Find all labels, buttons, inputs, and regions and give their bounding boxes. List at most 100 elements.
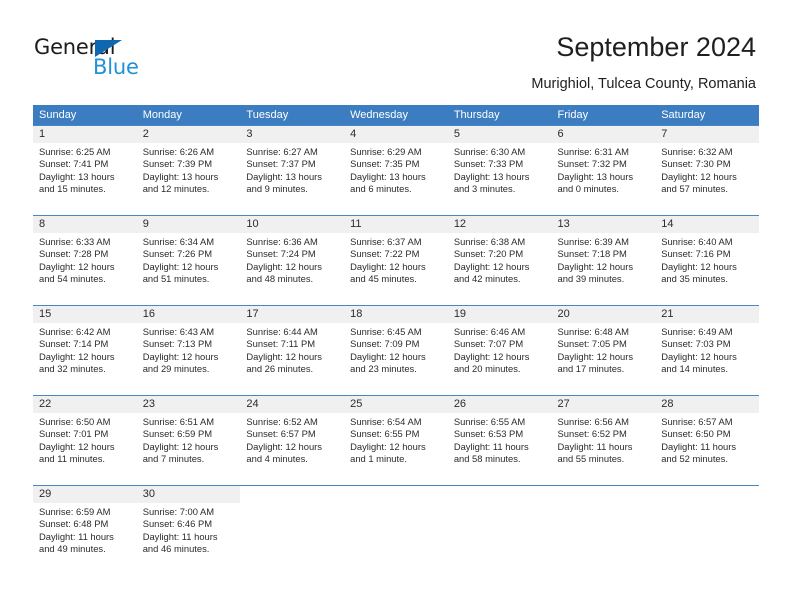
day-info: Sunrise: 6:39 AM Sunset: 7:18 PM Dayligh… xyxy=(552,233,656,286)
weekday-header-saturday: Saturday xyxy=(661,109,706,121)
day-cell[interactable]: 29 Sunrise: 6:59 AM Sunset: 6:48 PM Dayl… xyxy=(33,486,137,575)
day-number xyxy=(447,486,552,503)
calendar-week-row: 15 Sunrise: 6:42 AM Sunset: 7:14 PM Dayl… xyxy=(33,305,759,395)
day-cell[interactable]: 28 Sunrise: 6:57 AM Sunset: 6:50 PM Dayl… xyxy=(655,396,759,485)
day-cell[interactable]: 4 Sunrise: 6:29 AM Sunset: 7:35 PM Dayli… xyxy=(344,126,448,215)
daylight-text-line1: Daylight: 13 hours xyxy=(453,170,530,182)
weekday-header-friday: Friday xyxy=(557,109,589,121)
day-cell[interactable]: 11 Sunrise: 6:37 AM Sunset: 7:22 PM Dayl… xyxy=(344,216,448,305)
daylight-text-line2: and 0 minutes. xyxy=(557,183,620,195)
day-cell[interactable]: 23 Sunrise: 6:51 AM Sunset: 6:59 PM Dayl… xyxy=(136,396,241,485)
daylight-text-line2: and 9 minutes. xyxy=(246,183,308,195)
daylight-text-line2: and 3 minutes. xyxy=(453,183,516,195)
general-blue-logo[interactable]: General Blue xyxy=(34,36,214,84)
day-cell-empty xyxy=(447,486,552,575)
sunset-text: Sunset: 6:57 PM xyxy=(246,428,316,440)
day-cell[interactable]: 30 Sunrise: 7:00 AM Sunset: 6:46 PM Dayl… xyxy=(136,486,241,575)
page-header: General Blue September 2024 Murighiol, T… xyxy=(0,0,792,100)
day-info: Sunrise: 6:36 AM Sunset: 7:24 PM Dayligh… xyxy=(240,233,344,286)
sunrise-text: Sunrise: 6:34 AM xyxy=(142,236,215,247)
sunset-text: Sunset: 6:53 PM xyxy=(453,428,524,440)
day-cell[interactable]: 2 Sunrise: 6:26 AM Sunset: 7:39 PM Dayli… xyxy=(136,126,241,215)
sunset-text: Sunset: 7:30 PM xyxy=(661,158,731,170)
daylight-text-line1: Daylight: 12 hours xyxy=(39,260,115,272)
day-number: 18 xyxy=(344,306,448,323)
day-number: 26 xyxy=(447,396,552,413)
daylight-text-line2: and 54 minutes. xyxy=(39,273,106,285)
day-cell[interactable]: 8 Sunrise: 6:33 AM Sunset: 7:28 PM Dayli… xyxy=(33,216,137,305)
day-number: 20 xyxy=(551,306,656,323)
day-cell[interactable]: 22 Sunrise: 6:50 AM Sunset: 7:01 PM Dayl… xyxy=(33,396,137,485)
day-cell[interactable]: 19 Sunrise: 6:46 AM Sunset: 7:07 PM Dayl… xyxy=(447,306,552,395)
day-cell[interactable]: 3 Sunrise: 6:27 AM Sunset: 7:37 PM Dayli… xyxy=(240,126,345,215)
daylight-text-line1: Daylight: 12 hours xyxy=(661,170,737,182)
day-cell[interactable]: 10 Sunrise: 6:36 AM Sunset: 7:24 PM Dayl… xyxy=(240,216,345,305)
day-info: Sunrise: 6:48 AM Sunset: 7:05 PM Dayligh… xyxy=(552,323,656,376)
day-number: 13 xyxy=(551,216,656,233)
day-cell[interactable]: 18 Sunrise: 6:45 AM Sunset: 7:09 PM Dayl… xyxy=(344,306,448,395)
daylight-text-line1: Daylight: 13 hours xyxy=(557,170,634,182)
sunset-text: Sunset: 7:11 PM xyxy=(246,338,316,350)
day-cell[interactable]: 24 Sunrise: 6:52 AM Sunset: 6:57 PM Dayl… xyxy=(240,396,345,485)
day-cell[interactable]: 27 Sunrise: 6:56 AM Sunset: 6:52 PM Dayl… xyxy=(551,396,656,485)
sunrise-text: Sunrise: 6:56 AM xyxy=(557,416,629,427)
daylight-text-line1: Daylight: 13 hours xyxy=(350,170,426,182)
day-number: 10 xyxy=(240,216,345,233)
daylight-text-line1: Daylight: 12 hours xyxy=(557,350,634,362)
daylight-text-line1: Daylight: 11 hours xyxy=(557,440,633,452)
sunset-text: Sunset: 7:03 PM xyxy=(661,338,731,350)
day-number: 1 xyxy=(33,126,137,143)
daylight-text-line2: and 20 minutes. xyxy=(453,363,521,375)
daylight-text-line2: and 14 minutes. xyxy=(661,363,728,375)
day-cell[interactable]: 12 Sunrise: 6:38 AM Sunset: 7:20 PM Dayl… xyxy=(447,216,552,305)
sunset-text: Sunset: 7:26 PM xyxy=(142,248,213,260)
day-cell[interactable]: 6 Sunrise: 6:31 AM Sunset: 7:32 PM Dayli… xyxy=(551,126,656,215)
sunrise-text: Sunrise: 6:32 AM xyxy=(661,146,733,157)
day-cell[interactable]: 7 Sunrise: 6:32 AM Sunset: 7:30 PM Dayli… xyxy=(655,126,759,215)
sunset-text: Sunset: 6:46 PM xyxy=(142,518,213,530)
day-cell[interactable]: 13 Sunrise: 6:39 AM Sunset: 7:18 PM Dayl… xyxy=(551,216,656,305)
daylight-text-line2: and 48 minutes. xyxy=(246,273,314,285)
sunset-text: Sunset: 7:35 PM xyxy=(350,158,420,170)
day-cell[interactable]: 26 Sunrise: 6:55 AM Sunset: 6:53 PM Dayl… xyxy=(447,396,552,485)
sunset-text: Sunset: 7:32 PM xyxy=(557,158,627,170)
day-cell[interactable]: 16 Sunrise: 6:43 AM Sunset: 7:13 PM Dayl… xyxy=(136,306,241,395)
weekday-header-monday: Monday xyxy=(142,109,182,121)
day-cell[interactable]: 20 Sunrise: 6:48 AM Sunset: 7:05 PM Dayl… xyxy=(551,306,656,395)
day-number: 23 xyxy=(136,396,241,413)
sunrise-text: Sunrise: 6:30 AM xyxy=(453,146,526,157)
day-cell[interactable]: 14 Sunrise: 6:40 AM Sunset: 7:16 PM Dayl… xyxy=(655,216,759,305)
day-info: Sunrise: 6:52 AM Sunset: 6:57 PM Dayligh… xyxy=(240,413,344,466)
day-cell[interactable]: 25 Sunrise: 6:54 AM Sunset: 6:55 PM Dayl… xyxy=(344,396,448,485)
day-number: 29 xyxy=(33,486,137,503)
day-cell[interactable]: 17 Sunrise: 6:44 AM Sunset: 7:11 PM Dayl… xyxy=(240,306,345,395)
sunrise-text: Sunrise: 6:36 AM xyxy=(246,236,318,247)
day-cell[interactable]: 9 Sunrise: 6:34 AM Sunset: 7:26 PM Dayli… xyxy=(136,216,241,305)
sunrise-text: Sunrise: 6:31 AM xyxy=(557,146,629,157)
sunset-text: Sunset: 7:22 PM xyxy=(350,248,420,260)
day-info: Sunrise: 6:25 AM Sunset: 7:41 PM Dayligh… xyxy=(33,143,137,196)
day-info: Sunrise: 7:00 AM Sunset: 6:46 PM Dayligh… xyxy=(137,503,241,556)
daylight-text-line1: Daylight: 12 hours xyxy=(246,260,322,272)
sunrise-text: Sunrise: 6:40 AM xyxy=(661,236,733,247)
day-number xyxy=(551,486,656,503)
sunrise-text: Sunrise: 6:45 AM xyxy=(350,326,422,337)
day-cell[interactable]: 5 Sunrise: 6:30 AM Sunset: 7:33 PM Dayli… xyxy=(447,126,552,215)
daylight-text-line2: and 42 minutes. xyxy=(453,273,521,285)
day-cell[interactable]: 21 Sunrise: 6:49 AM Sunset: 7:03 PM Dayl… xyxy=(655,306,759,395)
calendar-page: General Blue September 2024 Murighiol, T… xyxy=(0,0,792,612)
day-info: Sunrise: 6:33 AM Sunset: 7:28 PM Dayligh… xyxy=(33,233,137,286)
daylight-text-line1: Daylight: 12 hours xyxy=(453,260,530,272)
day-info: Sunrise: 6:46 AM Sunset: 7:07 PM Dayligh… xyxy=(448,323,552,376)
day-cell[interactable]: 1 Sunrise: 6:25 AM Sunset: 7:41 PM Dayli… xyxy=(33,126,137,215)
daylight-text-line1: Daylight: 11 hours xyxy=(39,530,114,542)
daylight-text-line1: Daylight: 12 hours xyxy=(142,440,219,452)
day-info: Sunrise: 6:55 AM Sunset: 6:53 PM Dayligh… xyxy=(448,413,552,466)
weekday-header-thursday: Thursday xyxy=(453,109,500,121)
day-number: 28 xyxy=(655,396,759,413)
day-cell[interactable]: 15 Sunrise: 6:42 AM Sunset: 7:14 PM Dayl… xyxy=(33,306,137,395)
daylight-text-line1: Daylight: 12 hours xyxy=(39,440,115,452)
sunset-text: Sunset: 7:24 PM xyxy=(246,248,316,260)
day-number: 6 xyxy=(551,126,656,143)
sunrise-text: Sunrise: 6:57 AM xyxy=(661,416,733,427)
